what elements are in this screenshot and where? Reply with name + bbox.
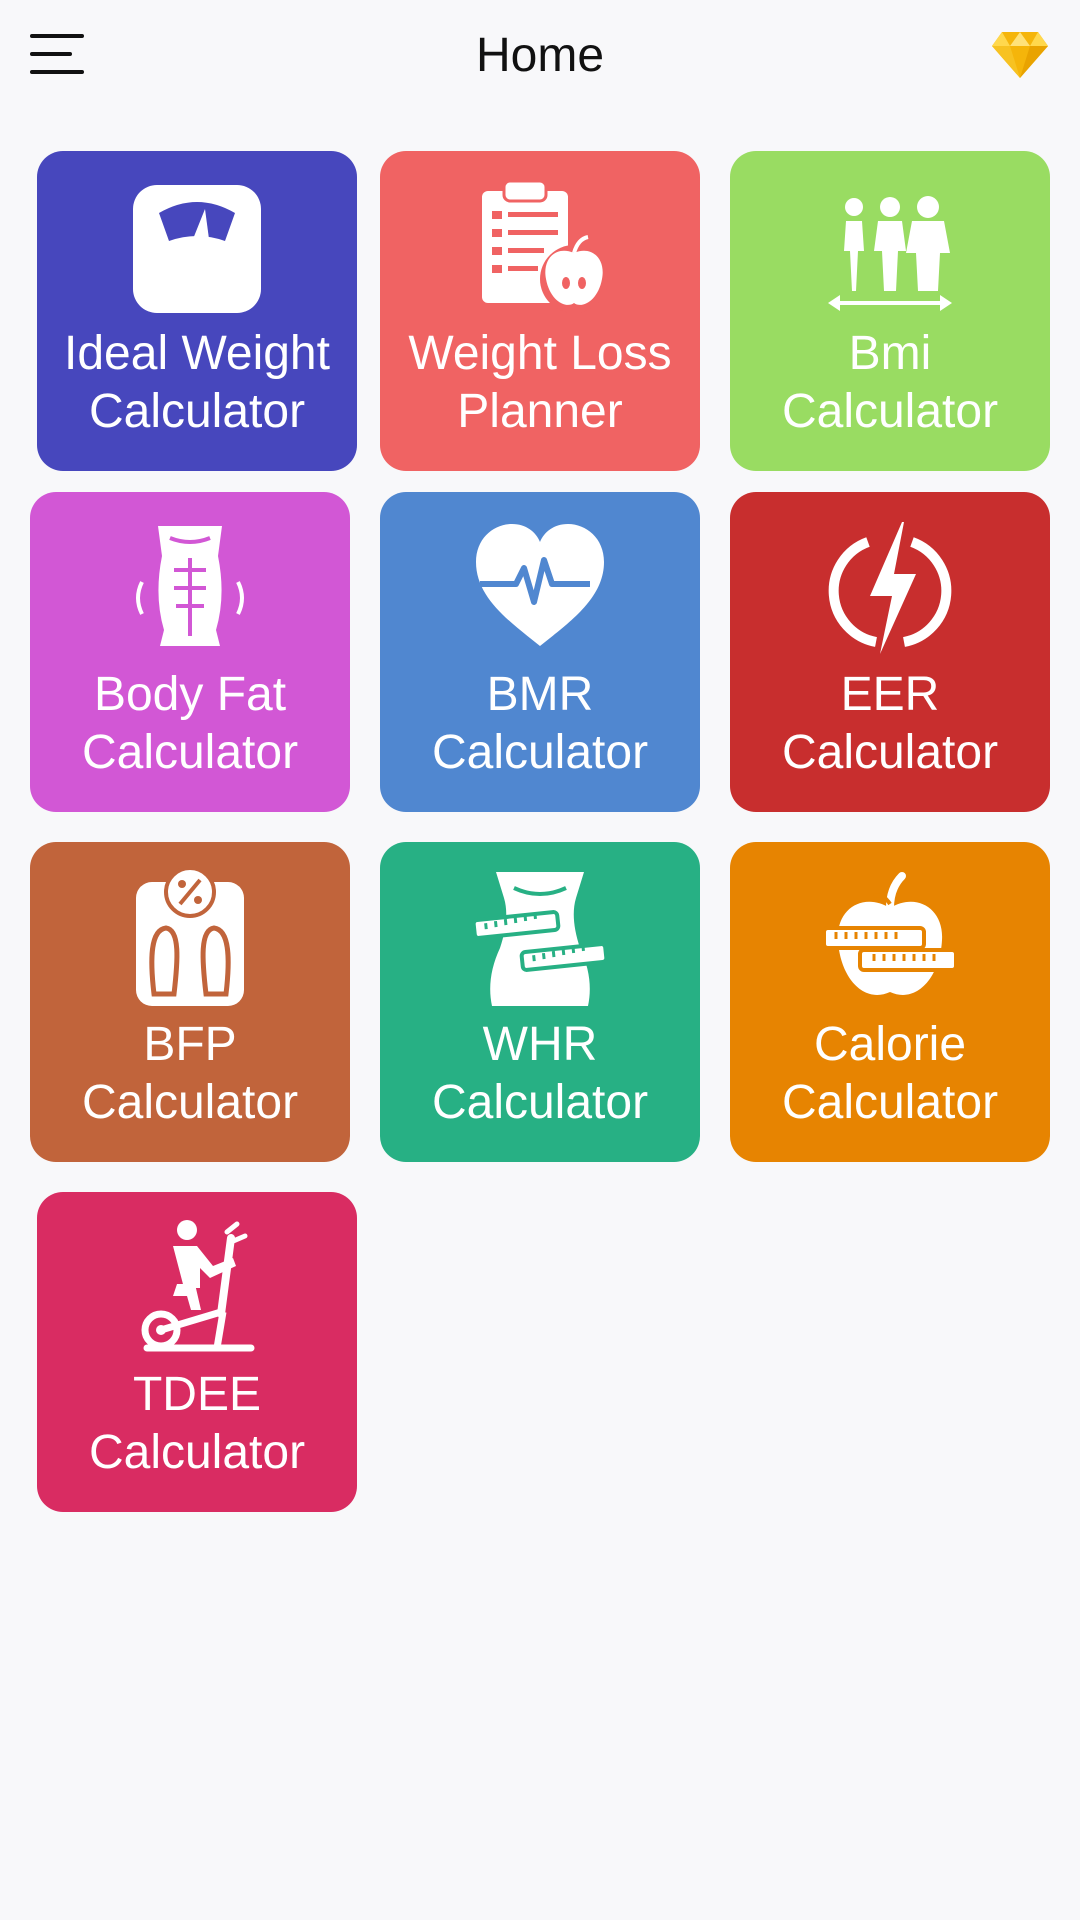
tile-label-line1: Weight Loss bbox=[408, 327, 672, 380]
tile-label: Weight Loss Planner bbox=[380, 325, 700, 441]
tile-label: WHR Calculator bbox=[380, 1016, 700, 1132]
tile-label: Ideal Weight Calculator bbox=[37, 325, 357, 441]
tile-label-line1: WHR bbox=[482, 1018, 598, 1071]
heart-pulse-icon bbox=[476, 524, 604, 646]
tile-label-line2: Calculator bbox=[431, 726, 649, 779]
tile-ideal-weight[interactable]: Ideal Weight Calculator bbox=[37, 151, 357, 471]
tile-label-line1: Bmi bbox=[848, 327, 932, 380]
tile-body-fat[interactable]: Body Fat Calculator bbox=[30, 492, 350, 812]
tile-bfp[interactable]: BFP Calculator bbox=[30, 842, 350, 1162]
diamond-icon bbox=[992, 32, 1048, 78]
tile-bmr[interactable]: BMR Calculator bbox=[380, 492, 700, 812]
tile-label-line2: Calculator bbox=[81, 1076, 299, 1129]
tile-label-line2: Calculator bbox=[431, 1076, 649, 1129]
tile-label-line1: BFP bbox=[143, 1018, 237, 1071]
percent-scale-icon bbox=[136, 868, 244, 1006]
tile-label-line2: Calculator bbox=[781, 726, 999, 779]
energy-bolt-icon bbox=[828, 522, 952, 654]
tile-label-line1: EER bbox=[840, 668, 940, 721]
premium-button[interactable] bbox=[990, 30, 1050, 80]
tile-label-line2: Calculator bbox=[781, 1076, 999, 1129]
tile-label-line1: Ideal Weight bbox=[64, 327, 330, 380]
tile-label-line1: Calorie bbox=[813, 1018, 967, 1071]
tile-eer[interactable]: EER Calculator bbox=[730, 492, 1050, 812]
tile-label: EER Calculator bbox=[730, 666, 1050, 782]
abs-torso-icon bbox=[136, 526, 244, 646]
tile-label-line1: BMR bbox=[486, 668, 594, 721]
tile-label: BMR Calculator bbox=[380, 666, 700, 782]
tile-bmi[interactable]: Bmi Calculator bbox=[730, 151, 1050, 471]
tile-label: Body Fat Calculator bbox=[30, 666, 350, 782]
tile-label: TDEE Calculator bbox=[37, 1366, 357, 1482]
tile-whr[interactable]: WHR Calculator bbox=[380, 842, 700, 1162]
tile-label-line2: Planner bbox=[457, 385, 623, 438]
tile-weight-loss-planner[interactable]: Weight Loss Planner bbox=[380, 151, 700, 471]
tile-label-line1: TDEE bbox=[132, 1368, 261, 1421]
tile-label-line2: Calculator bbox=[81, 726, 299, 779]
weight-scale-icon bbox=[133, 185, 261, 313]
tile-tdee[interactable]: TDEE Calculator bbox=[37, 1192, 357, 1512]
clipboard-apple-icon bbox=[482, 179, 608, 313]
home-screen: Home Ideal Weight Calculator Weight Loss… bbox=[0, 0, 1080, 1920]
app-bar: Home bbox=[0, 0, 1080, 112]
tile-label-line1: Body Fat bbox=[93, 668, 287, 721]
tile-label-line2: Calculator bbox=[88, 1426, 306, 1479]
tile-calorie[interactable]: Calorie Calculator bbox=[730, 842, 1050, 1162]
waist-tape-icon bbox=[471, 872, 609, 1006]
tile-label: Bmi Calculator bbox=[730, 325, 1050, 441]
body-sizes-icon bbox=[828, 196, 952, 311]
tile-label: Calorie Calculator bbox=[730, 1016, 1050, 1132]
apple-tape-icon bbox=[822, 872, 958, 995]
page-title: Home bbox=[475, 29, 605, 82]
tile-label: BFP Calculator bbox=[30, 1016, 350, 1132]
tile-label-line2: Calculator bbox=[781, 385, 999, 438]
tile-label-line2: Calculator bbox=[88, 385, 306, 438]
elliptical-trainer-icon bbox=[141, 1220, 255, 1352]
